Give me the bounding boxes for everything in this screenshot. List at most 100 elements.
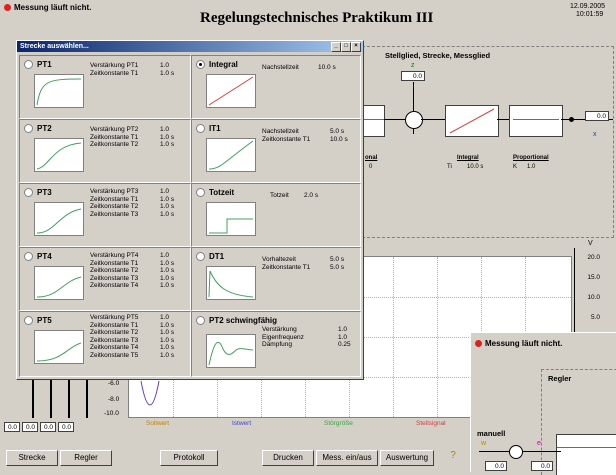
slider-1[interactable] [32,378,34,418]
param-label: Zeitkonstante T1 [90,321,139,329]
option-pt1[interactable]: PT1 Verstärkung PT1 1.0 Zeitkonstante T1 1… [19,55,191,119]
manuell-value-field[interactable]: 0.0 [485,461,507,471]
legend-stoergroesse: Störgröße [324,420,353,427]
param-label: Verstärkung PT4 [90,252,139,259]
option-totzeit[interactable]: Totzeit Totzeit 2.0 s [191,183,361,247]
slider-3[interactable] [68,378,70,418]
plot-pt5 [34,330,84,364]
block-diagram-panel: Stellglied, Strecke, Messglied z 0.0 ona… [362,46,614,238]
block-onal-param: 0 [369,164,373,170]
strecke-button[interactable]: Strecke [6,450,58,466]
maximize-button[interactable]: □ [341,42,351,52]
param-label: Zeitkonstante T1 [90,69,139,77]
radio-it1[interactable] [196,124,205,134]
param-value: 1.0 [338,333,348,341]
slider-4-value[interactable]: 0.0 [58,422,74,432]
param-value: 1.0 s [160,282,175,289]
minimize-button[interactable]: _ [331,42,341,52]
e-value-field[interactable]: 0.0 [531,461,553,471]
slider-1-value[interactable]: 0.0 [4,422,20,432]
lower-tick-2: -8.0 [108,396,120,403]
option-pt5[interactable]: PT5 Verstärkung PT5 1.0 Zeitkonstante T1 1… [19,311,191,377]
option-pt4[interactable]: PT4 Verstärkung PT4 1.0 Zeitkonstante T1 1… [19,247,191,311]
time-label: 10:01:59 [576,11,604,18]
param-value: 1.0 s [160,336,175,344]
y-axis-scale: 20.0 15.0 10.0 5.0 [574,248,614,338]
block-proportional-label: Proportional [513,155,549,161]
date-label: 12.09.2005 [570,3,606,10]
option-pt2[interactable]: PT2 Verstärkung PT2 1.0 Zeitkonstante T1 1… [19,119,191,183]
legend-istwert: Istwert [232,420,252,427]
param-value: 5.0 s [330,263,345,271]
status-dot-icon [4,4,11,12]
option-integral[interactable]: Integral Nachstellzeit 10.0 s [191,55,361,119]
plot-totzeit [206,202,256,236]
radio-pt3[interactable] [24,188,33,198]
param-value: 1.0 [160,126,170,133]
drucken-button[interactable]: Drucken [262,450,314,466]
legend-sollwert: Sollwert [146,420,170,427]
plot-integral [206,74,256,108]
param-label: Dämpfung [262,341,292,348]
radio-pt4[interactable] [24,252,33,262]
radio-pt5[interactable] [24,316,33,326]
block-integral-param-value: 10.0 s [467,164,484,170]
block-integral [445,105,499,137]
option-pt2-label: PT2 [37,124,52,133]
dialog-titlebar[interactable]: Strecke auswählen... _ □ × [17,41,363,52]
block-integral-label: Integral [457,155,479,161]
param-value: 1.0 s [160,351,175,359]
block-proportional [509,105,563,137]
param-value: 1.0 s [160,141,175,148]
block-proportional-param-label: K [513,164,518,170]
summing-junction [405,111,423,129]
param-value: 1.0 [160,314,170,321]
auswertung-button[interactable]: Auswertung [380,450,434,466]
param-label: Vorhaltezeit [262,256,296,263]
param-value: 1.0 [338,326,348,333]
lower-tick-1: -6.0 [108,380,120,387]
regler-heading: Regler [548,374,572,383]
w-label: w [481,440,487,447]
param-label: Zeitkonstante T5 [90,351,139,359]
regler-button[interactable]: Regler [60,450,112,466]
slider-3-value[interactable]: 0.0 [40,422,56,432]
param-value: 1.0 s [160,195,175,203]
x-value-field[interactable]: 0.0 [585,111,609,121]
radio-pt1[interactable] [24,60,33,70]
slider-2[interactable] [50,378,52,418]
radio-integral[interactable] [196,60,205,70]
second-status-dot-icon [475,340,482,348]
mess-button[interactable]: Mess. ein/aus [316,450,378,466]
legend-stellsignal: Stellsignal [416,420,446,427]
radio-totzeit[interactable] [196,188,205,198]
param-value: 5.0 s [330,256,345,263]
option-pt2-schwingfaehig-label: PT2 schwingfähig [209,316,278,325]
slider-2-value[interactable]: 0.0 [22,422,38,432]
plot-dt1 [206,266,256,300]
param-value: 1.0 s [160,344,175,351]
protokoll-button[interactable]: Protokoll [160,450,218,466]
param-value: 1.0 s [160,329,175,336]
param-value: 1.0 s [160,274,175,282]
param-value: 5.0 s [330,128,345,135]
z-value-field[interactable]: 0.0 [401,71,425,81]
radio-pt2-schwingfaehig[interactable] [196,316,205,326]
option-dt1[interactable]: DT1 Vorhaltezeit 5.0 s Zeitkonstante T1 5.… [191,247,361,311]
option-pt3[interactable]: PT3 Verstärkung PT3 1.0 Zeitkonstante T1 1… [19,183,191,247]
radio-pt2[interactable] [24,124,33,134]
x-label: x [593,131,597,138]
option-totzeit-label: Totzeit [209,188,235,197]
param-label: Eigenfrequenz [262,333,304,341]
option-it1[interactable]: IT1 Nachstellzeit 5.0 s Zeitkonstante T1 1… [191,119,361,183]
slider-4[interactable] [86,378,88,418]
param-label: Nachstellzeit [262,64,299,71]
radio-dt1[interactable] [196,252,205,262]
param-value: 1.0 s [160,210,175,218]
param-value: 1.0 [160,188,170,195]
option-pt2-schwingfaehig[interactable]: PT2 schwingfähig Verstärkung 1.0 Eigenfre… [191,311,361,377]
close-button[interactable]: × [351,42,361,52]
block-onal-label: onal [365,155,378,161]
param-label: Zeitkonstante T2 [90,203,139,210]
help-icon[interactable]: ? [446,450,460,464]
